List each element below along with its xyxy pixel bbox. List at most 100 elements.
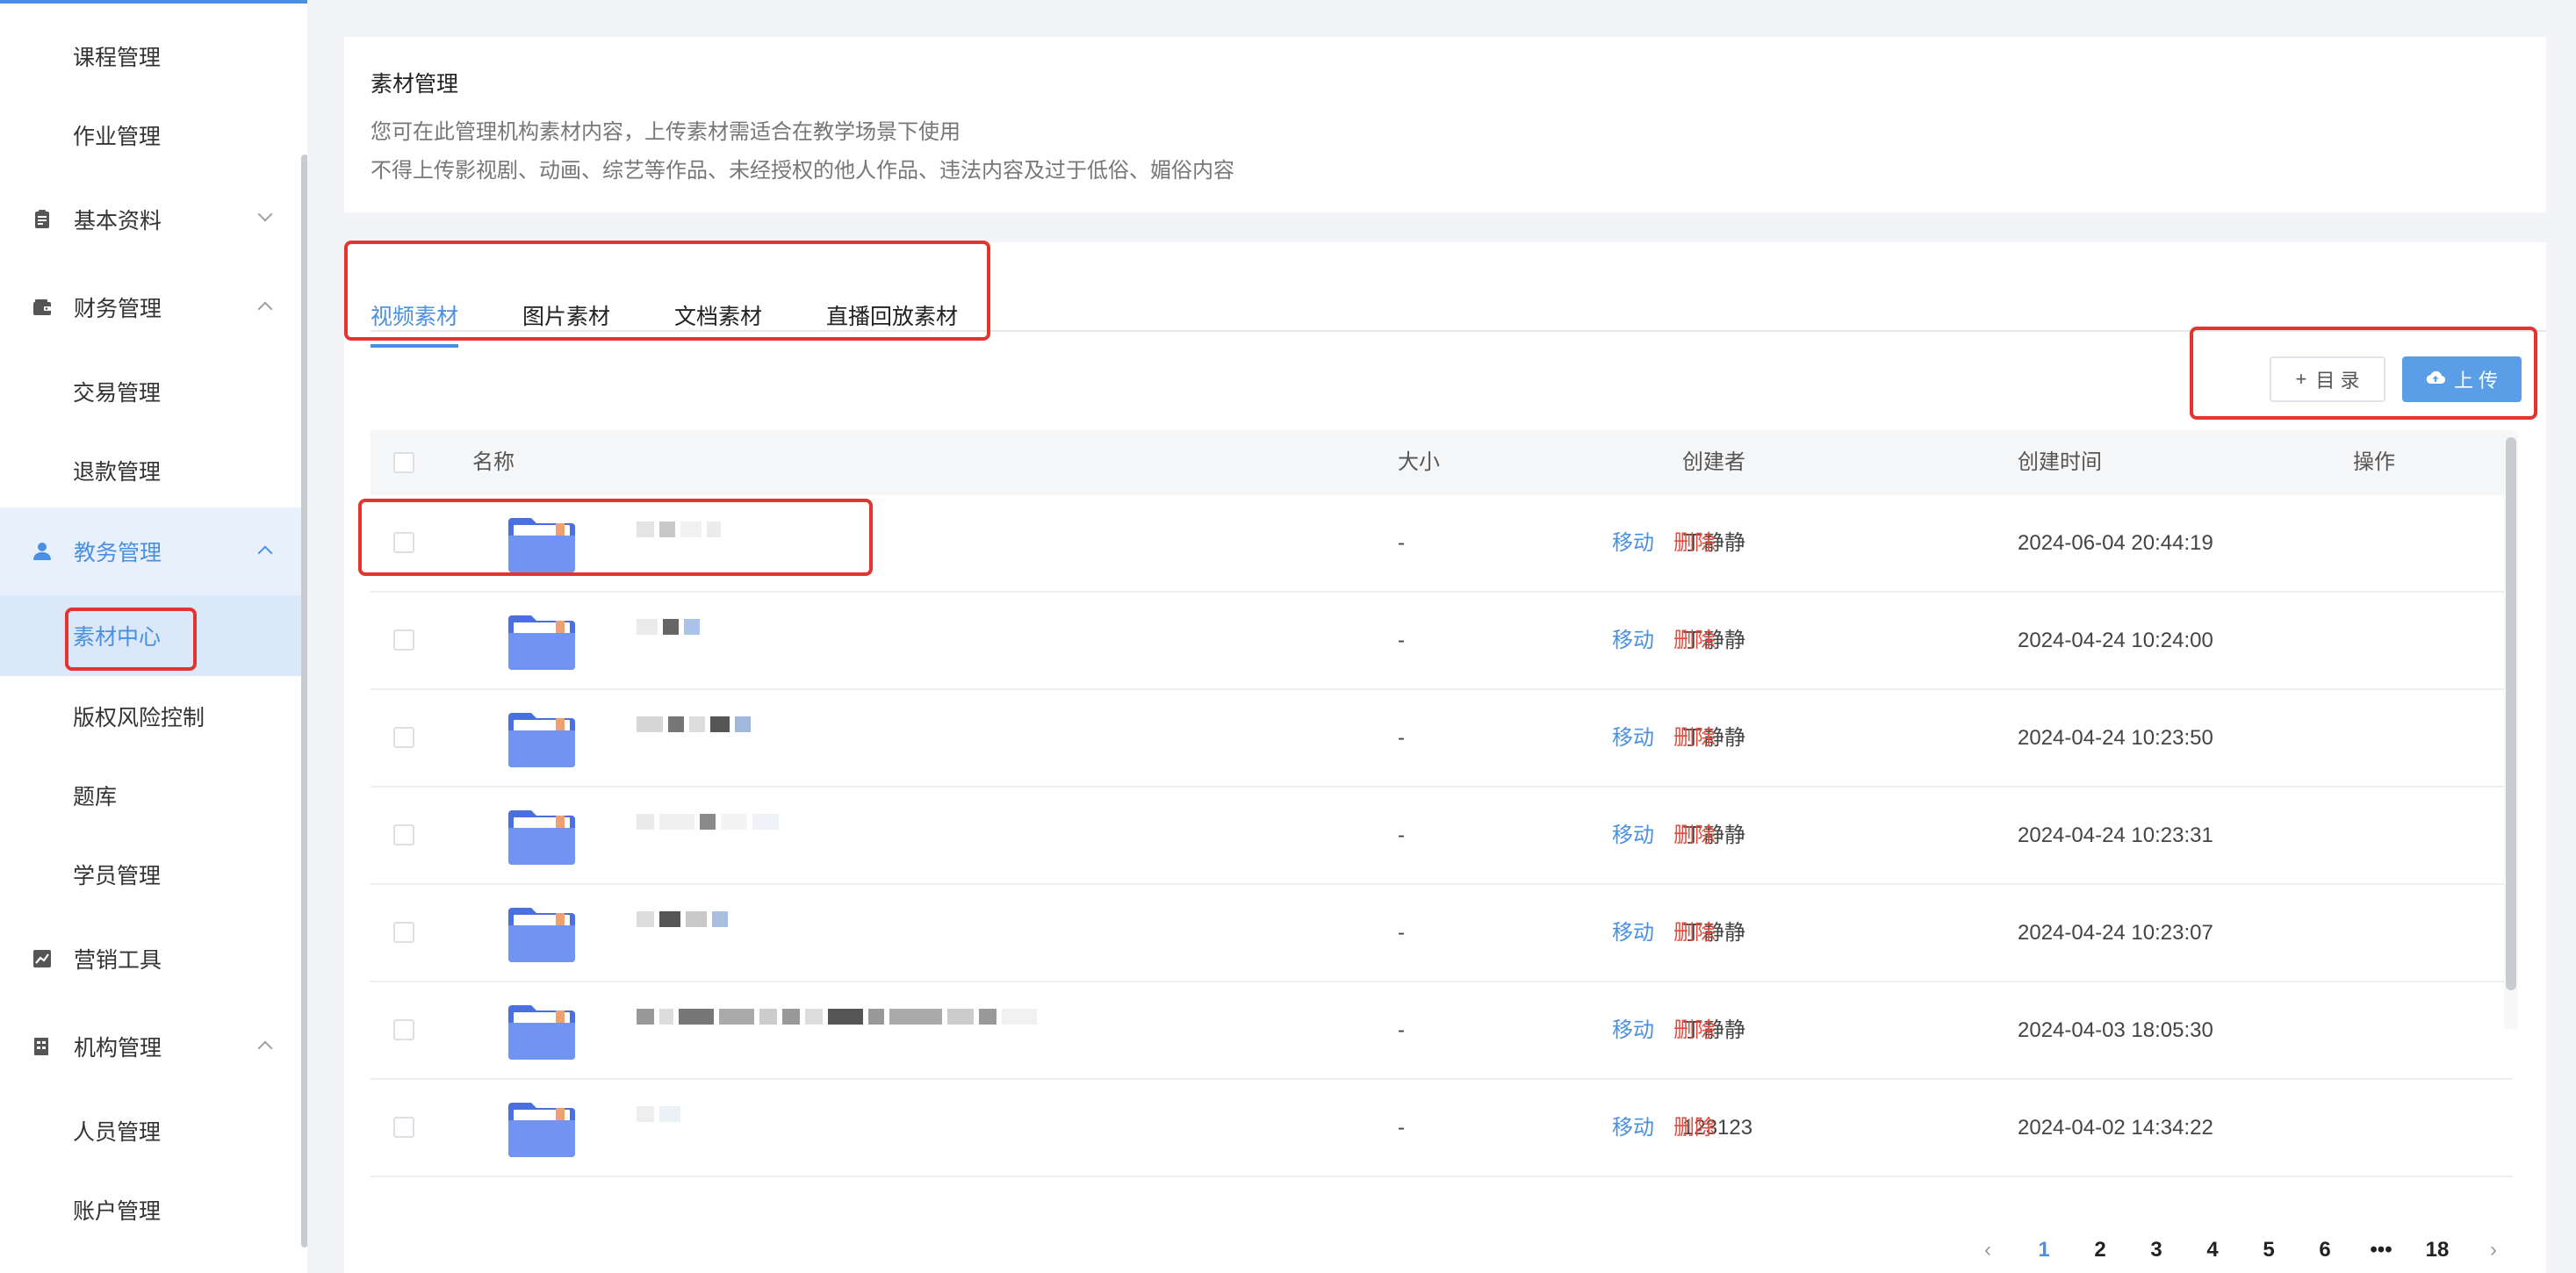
table-row: - 丁静静 2024-04-24 10:23:50 移动 删除 <box>371 690 2513 788</box>
sidebar-item-label: 机构管理 <box>74 1036 162 1061</box>
sidebar-item-label: 账户管理 <box>73 1199 162 1224</box>
material-name-blurred[interactable] <box>637 814 779 849</box>
delete-link[interactable]: 删除 <box>1673 593 1716 688</box>
row-size: - <box>1398 629 1405 652</box>
select-all-checkbox[interactable] <box>393 452 414 473</box>
blurred-text <box>637 911 654 927</box>
sidebar-top-accent <box>0 0 307 4</box>
row-checkbox[interactable] <box>393 629 414 651</box>
user-icon <box>32 541 53 562</box>
blurred-text <box>684 619 700 635</box>
sidebar-item-copyright-risk[interactable]: 版权风险控制 <box>0 690 307 743</box>
delete-link[interactable]: 删除 <box>1673 885 1716 981</box>
building-icon <box>32 1036 53 1057</box>
pagination-page[interactable]: 5 <box>2241 1238 2297 1262</box>
sidebar-item-refund-management[interactable]: 退款管理 <box>0 444 307 497</box>
material-name-blurred[interactable] <box>637 716 751 752</box>
material-name-blurred[interactable] <box>637 911 728 946</box>
sidebar-item-account-management[interactable]: 账户管理 <box>0 1183 307 1236</box>
blurred-text <box>700 814 716 830</box>
blurred-text <box>659 814 694 830</box>
folder-icon <box>507 807 577 867</box>
blurred-text <box>663 619 679 635</box>
sidebar-item-label: 题库 <box>73 785 118 809</box>
blurred-text <box>805 1009 823 1025</box>
pagination-page[interactable]: 4 <box>2184 1238 2241 1262</box>
table-row: - 丁静静 2024-04-24 10:23:31 移动 删除 <box>371 788 2513 885</box>
highlight-box-material-center <box>65 608 197 671</box>
sidebar-item-staff-management[interactable]: 人员管理 <box>0 1104 307 1157</box>
blurred-text <box>712 911 728 927</box>
blurred-text <box>868 1009 884 1025</box>
pagination-prev[interactable]: ‹ <box>1960 1238 2016 1262</box>
blurred-text <box>637 1106 654 1122</box>
move-link[interactable]: 移动 <box>1612 593 1654 688</box>
pagination-page[interactable]: 6 <box>2297 1238 2353 1262</box>
move-link[interactable]: 移动 <box>1612 788 1654 883</box>
table-body: - 丁静静 2024-06-04 20:44:19 移动 删除 - 丁静静 20… <box>371 495 2513 1177</box>
delete-link[interactable]: 删除 <box>1673 495 1716 591</box>
table-row: - 丁静静 2024-04-03 18:05:30 移动 删除 <box>371 982 2513 1080</box>
delete-link[interactable]: 删除 <box>1673 982 1716 1078</box>
row-size: - <box>1398 531 1405 555</box>
move-link[interactable]: 移动 <box>1612 690 1654 786</box>
move-link[interactable]: 移动 <box>1612 885 1654 981</box>
sidebar-group-org[interactable]: 机构管理 <box>0 1020 307 1073</box>
row-checkbox[interactable] <box>393 1117 414 1138</box>
folder-icon <box>507 612 577 672</box>
column-header-actions: 操作 <box>2353 450 2395 474</box>
sidebar-item-homework-management[interactable]: 作业管理 <box>0 109 307 162</box>
blurred-text <box>689 716 705 732</box>
table-row: - 123123 2024-04-02 14:34:22 移动 删除 <box>371 1080 2513 1177</box>
sidebar-item-label: 营销工具 <box>74 948 162 973</box>
move-link[interactable]: 移动 <box>1612 495 1654 591</box>
document-icon <box>32 209 53 230</box>
sidebar-item-label: 作业管理 <box>73 125 162 149</box>
info-restriction: 不得上传影视剧、动画、综艺等作品、未经授权的他人作品、违法内容及过于低俗、媚俗内… <box>371 159 1234 183</box>
pagination-page[interactable]: 3 <box>2128 1238 2184 1262</box>
material-name-blurred[interactable] <box>637 1106 680 1141</box>
row-checkbox[interactable] <box>393 727 414 748</box>
sidebar-group-academic[interactable]: 教务管理 <box>0 507 307 595</box>
row-checkbox[interactable] <box>393 922 414 943</box>
sidebar-group-basic-info[interactable]: 基本资料 <box>0 193 307 246</box>
blurred-text <box>759 1009 777 1025</box>
sidebar-item-transaction-management[interactable]: 交易管理 <box>0 365 307 418</box>
blurred-text <box>710 716 730 732</box>
row-checkbox[interactable] <box>393 824 414 845</box>
blurred-text <box>752 814 779 830</box>
info-card: 素材管理 您可在此管理机构素材内容，上传素材需适合在教学场景下使用 不得上传影视… <box>344 37 2546 212</box>
pagination-next[interactable]: › <box>2465 1238 2522 1262</box>
pagination-page[interactable]: 2 <box>2072 1238 2128 1262</box>
pagination-page[interactable]: 18 <box>2409 1238 2465 1262</box>
row-created-time: 2024-04-02 14:34:22 <box>2018 1116 2213 1140</box>
highlight-box-tabs <box>344 241 990 341</box>
row-created-time: 2024-04-24 10:24:00 <box>2018 629 2213 652</box>
row-checkbox[interactable] <box>393 1019 414 1040</box>
sidebar-group-marketing[interactable]: 营销工具 <box>0 932 307 985</box>
row-created-time: 2024-04-24 10:23:50 <box>2018 726 2213 750</box>
move-link[interactable]: 移动 <box>1612 982 1654 1078</box>
delete-link[interactable]: 删除 <box>1673 788 1716 883</box>
chevron-down-icon <box>257 206 273 222</box>
sidebar-item-course-management[interactable]: 课程管理 <box>0 30 307 83</box>
delete-link[interactable]: 删除 <box>1673 690 1716 786</box>
move-link[interactable]: 移动 <box>1612 1080 1654 1176</box>
sidebar-item-label: 课程管理 <box>73 46 162 70</box>
blurred-text <box>828 1009 863 1025</box>
material-name-blurred[interactable] <box>637 619 700 654</box>
sidebar-item-question-bank[interactable]: 题库 <box>0 769 307 822</box>
chart-icon <box>32 948 53 969</box>
table-scrollbar[interactable] <box>2506 437 2516 990</box>
sidebar-scrollbar[interactable] <box>301 155 307 1248</box>
sidebar-item-student-management[interactable]: 学员管理 <box>0 848 307 901</box>
sidebar-group-finance[interactable]: 财务管理 <box>0 281 307 334</box>
pagination-ellipsis[interactable]: ••• <box>2353 1238 2409 1262</box>
delete-link[interactable]: 删除 <box>1673 1080 1716 1176</box>
row-created-time: 2024-04-24 10:23:31 <box>2018 823 2213 847</box>
blurred-text <box>947 1009 974 1025</box>
pagination-page[interactable]: 1 <box>2016 1238 2072 1262</box>
folder-icon <box>507 904 577 964</box>
column-header-size: 大小 <box>1398 450 1440 474</box>
material-name-blurred[interactable] <box>637 1009 1037 1044</box>
